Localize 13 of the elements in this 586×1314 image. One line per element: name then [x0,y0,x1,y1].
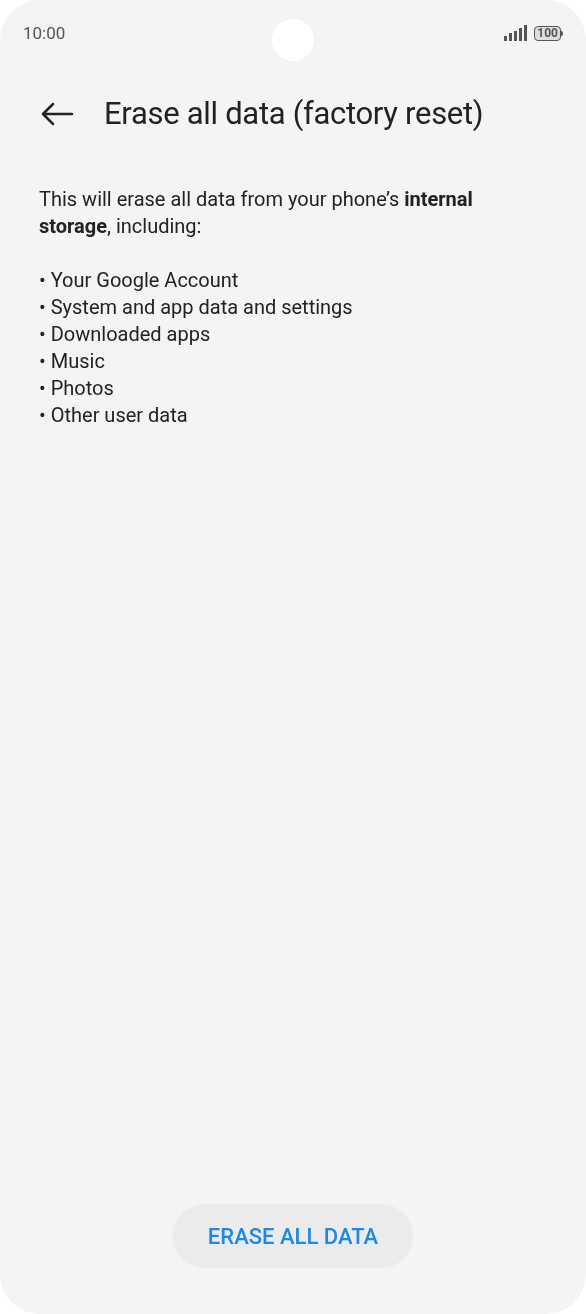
list-item: • Photos [39,375,115,402]
list-item: • System and app data and settings [39,294,354,321]
page-title: Erase all data (factory reset) [104,94,484,134]
list-item: • Your Google Account [39,267,240,294]
list-item: • Downloaded apps [39,321,212,348]
list-item: • Other user data [39,402,189,429]
intro-text: This will erase all data from your phone’s internal storage, including: [39,186,474,240]
battery-icon: 100 [534,25,563,41]
signal-icon [504,25,529,41]
back-arrow-icon[interactable] [40,102,74,126]
erase-all-data-button[interactable]: ERASE ALL DATA [173,1204,413,1268]
list-item: • Music [39,348,106,375]
status-time: 10:00 [23,24,66,42]
